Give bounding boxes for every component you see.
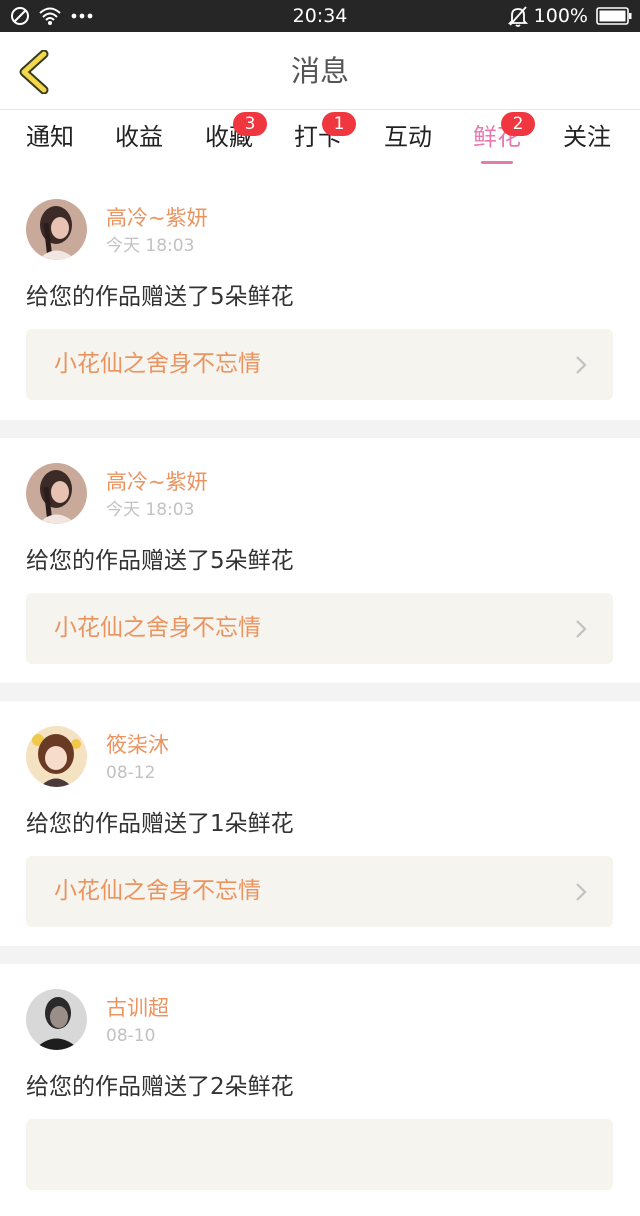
message-text: 给您的作品赠送了5朵鲜花 bbox=[26, 284, 294, 310]
tab-follow[interactable]: 关注 bbox=[563, 122, 611, 152]
tab-notify[interactable]: 通知 bbox=[26, 122, 74, 152]
message-card: 筱柒沐 08-12 给您的作品赠送了1朵鲜花 小花仙之舍身不忘情 bbox=[0, 701, 640, 953]
app-header: 消息 bbox=[0, 32, 640, 110]
message-text: 给您的作品赠送了2朵鲜花 bbox=[26, 1074, 294, 1100]
page-title: 消息 bbox=[290, 54, 349, 88]
message-time: 08-10 bbox=[106, 1026, 156, 1046]
message-text: 给您的作品赠送了5朵鲜花 bbox=[26, 548, 294, 574]
message-time: 08-12 bbox=[106, 763, 156, 783]
tab-earnings[interactable]: 收益 bbox=[115, 122, 163, 152]
message-card: 高冷~紫妍 今天 18:03 给您的作品赠送了5朵鲜花 小花仙之舍身不忘情 bbox=[0, 168, 640, 420]
work-link[interactable]: 小花仙之舍身不忘情 bbox=[26, 856, 613, 927]
sender-name[interactable]: 高冷~紫妍 bbox=[106, 470, 208, 494]
tab-label: 收益 bbox=[115, 123, 163, 151]
avatar[interactable] bbox=[26, 199, 87, 260]
tab-checkin[interactable]: 打卡 1 bbox=[294, 112, 356, 152]
avatar[interactable] bbox=[26, 463, 87, 524]
card-divider bbox=[0, 683, 640, 701]
tab-interact[interactable]: 互动 bbox=[384, 122, 432, 152]
user-avatar-icon bbox=[26, 199, 87, 260]
tab-favorites[interactable]: 收藏 3 bbox=[205, 112, 267, 152]
tab-label: 互动 bbox=[384, 123, 432, 151]
chevron-right-icon bbox=[576, 620, 587, 638]
card-divider bbox=[0, 946, 640, 964]
message-card: 高冷~紫妍 今天 18:03 给您的作品赠送了5朵鲜花 小花仙之舍身不忘情 bbox=[0, 438, 640, 690]
status-bar: 20:34 100% bbox=[0, 0, 640, 32]
tab-bar: 通知 收益 收藏 3 打卡 1 互动 鲜花 2 关注 bbox=[0, 110, 640, 168]
user-avatar-icon bbox=[26, 989, 87, 1050]
tab-label: 通知 bbox=[26, 123, 74, 151]
user-avatar-icon bbox=[26, 463, 87, 524]
unread-badge: 1 bbox=[322, 112, 356, 136]
work-title: 小花仙之舍身不忘情 bbox=[54, 351, 261, 377]
bell-muted-icon bbox=[507, 6, 528, 27]
avatar[interactable] bbox=[26, 989, 87, 1050]
unread-badge: 2 bbox=[501, 112, 535, 136]
work-link[interactable]: 小花仙之舍身不忘情 bbox=[26, 593, 613, 664]
work-link[interactable] bbox=[26, 1119, 613, 1190]
tab-label: 关注 bbox=[563, 123, 611, 151]
chevron-right-icon bbox=[576, 883, 587, 901]
work-title: 小花仙之舍身不忘情 bbox=[54, 615, 261, 641]
active-tab-indicator bbox=[481, 161, 513, 164]
message-text: 给您的作品赠送了1朵鲜花 bbox=[26, 811, 294, 837]
card-divider bbox=[0, 420, 640, 438]
unread-badge: 3 bbox=[233, 112, 267, 136]
battery-percent: 100% bbox=[533, 5, 588, 27]
tab-flowers[interactable]: 鲜花 2 bbox=[473, 112, 535, 164]
message-time: 今天 18:03 bbox=[106, 236, 195, 256]
avatar[interactable] bbox=[26, 726, 87, 787]
user-avatar-icon bbox=[26, 726, 87, 787]
work-title: 小花仙之舍身不忘情 bbox=[54, 878, 261, 904]
message-card: 古训超 08-10 给您的作品赠送了2朵鲜花 bbox=[0, 964, 640, 1216]
sender-name[interactable]: 古训超 bbox=[106, 996, 169, 1020]
sender-name[interactable]: 筱柒沐 bbox=[106, 733, 169, 757]
chevron-right-icon bbox=[576, 356, 587, 374]
sender-name[interactable]: 高冷~紫妍 bbox=[106, 206, 208, 230]
status-icons-right: 100% bbox=[507, 5, 632, 27]
battery-icon bbox=[596, 7, 632, 25]
message-time: 今天 18:03 bbox=[106, 500, 195, 520]
work-link[interactable]: 小花仙之舍身不忘情 bbox=[26, 329, 613, 400]
